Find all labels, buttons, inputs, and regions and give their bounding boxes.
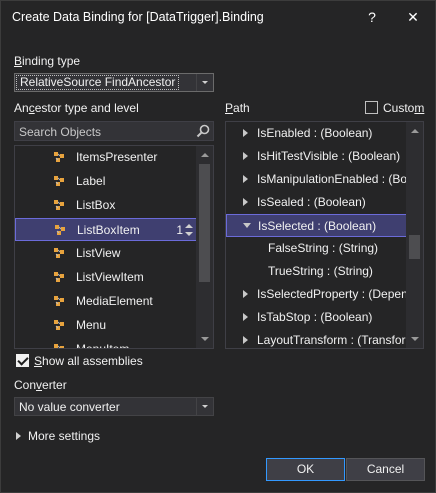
ancestor-level-value[interactable]: 1 <box>176 223 183 237</box>
expand-arrow-icon[interactable] <box>243 198 248 206</box>
list-item-label: Label <box>76 173 106 188</box>
list-item-label: ItemsPresenter <box>76 149 158 164</box>
element-icon <box>54 271 64 282</box>
path-item[interactable]: FalseString : (String) <box>226 237 408 260</box>
path-item-label: FalseString : (String) <box>268 241 379 255</box>
scroll-up-icon[interactable] <box>196 146 213 163</box>
binding-type-value: RelativeSource FindAncestor <box>16 75 180 90</box>
element-icon <box>54 199 64 210</box>
path-item-label: IsEnabled : (Boolean) <box>257 126 373 140</box>
path-item-label: IsHitTestVisible : (Boolean) <box>257 149 401 163</box>
list-item[interactable]: ListView <box>15 242 198 265</box>
expand-arrow-icon[interactable] <box>243 290 248 298</box>
search-placeholder: Search Objects <box>19 125 102 139</box>
show-all-assemblies-checkbox[interactable] <box>16 354 29 367</box>
list-item-label: ListBoxItem <box>77 222 140 237</box>
help-button[interactable]: ? <box>359 6 385 28</box>
path-item-label: IsTabStop : (Boolean) <box>257 310 373 324</box>
path-item[interactable]: IsSelectedProperty : (Depend <box>226 283 414 306</box>
list-item[interactable]: ListBoxItem 1 <box>15 217 198 241</box>
more-settings-label: More settings <box>28 429 101 443</box>
path-item[interactable]: TrueString : (String) <box>226 260 408 283</box>
element-icon <box>54 343 64 348</box>
path-list[interactable]: IsEnabled : (Boolean) IsHitTestVisible : … <box>225 121 424 349</box>
list-item[interactable]: Label <box>15 170 198 193</box>
custom-checkbox[interactable] <box>365 101 378 114</box>
ancestor-list[interactable]: ItemsPresenter Label ListBox ListBoxItem 1 Li… <box>14 145 214 349</box>
element-icon <box>54 175 64 186</box>
binding-type-dropdown[interactable]: RelativeSource FindAncestor <box>14 73 214 92</box>
ancestor-list-scrollbar[interactable] <box>196 146 213 348</box>
custom-label: Custom <box>383 101 425 115</box>
path-item[interactable]: IsSealed : (Boolean) <box>226 191 408 214</box>
list-item-label: ListBox <box>76 197 116 212</box>
level-spinner-icon[interactable] <box>185 222 193 238</box>
path-item[interactable]: IsEnabled : (Boolean) <box>226 122 408 145</box>
path-item-label: IsSelected : (Boolean) <box>258 219 377 233</box>
list-item-label: MediaElement <box>76 293 153 308</box>
element-icon <box>54 151 64 162</box>
element-icon <box>54 247 64 258</box>
path-item[interactable]: IsTabStop : (Boolean) <box>226 306 408 329</box>
converter-value: No value converter <box>19 400 120 414</box>
element-icon <box>55 224 65 235</box>
collapse-arrow-icon[interactable] <box>243 223 251 228</box>
create-data-binding-dialog: Create Data Binding for [DataTrigger].Bi… <box>0 0 436 493</box>
show-all-assemblies-label: Show all assemblies <box>34 354 143 368</box>
search-icon <box>196 124 210 138</box>
search-objects-input[interactable]: Search Objects <box>14 121 214 141</box>
list-item[interactable]: ListViewItem <box>15 266 198 289</box>
path-item-label: LayoutTransform : (Transform <box>257 333 416 347</box>
expand-arrow-icon[interactable] <box>243 129 248 137</box>
path-item[interactable]: IsSelected : (Boolean) <box>226 214 408 237</box>
expand-arrow-icon[interactable] <box>243 152 248 160</box>
scroll-down-icon[interactable] <box>406 331 423 348</box>
chevron-down-icon <box>196 398 213 415</box>
list-item[interactable]: Menu <box>15 314 198 337</box>
close-button[interactable]: ✕ <box>400 6 426 28</box>
element-icon <box>54 319 64 330</box>
element-icon <box>54 295 64 306</box>
scroll-up-icon[interactable] <box>406 122 423 139</box>
ancestor-type-label: Ancestor type and level <box>14 101 139 115</box>
list-item[interactable]: MediaElement <box>15 290 198 313</box>
expand-arrow-icon[interactable] <box>243 175 248 183</box>
path-item[interactable]: IsHitTestVisible : (Boolean) <box>226 145 408 168</box>
ok-button[interactable]: OK <box>266 458 345 481</box>
converter-label: Converter <box>14 378 67 392</box>
path-item[interactable]: IsManipulationEnabled : (Boo <box>226 168 414 191</box>
title-bar: Create Data Binding for [DataTrigger].Bi… <box>1 1 435 33</box>
expand-arrow-icon[interactable] <box>243 313 248 321</box>
expand-arrow-icon <box>16 432 21 440</box>
path-item-label: IsManipulationEnabled : (Boo <box>257 172 414 186</box>
window-title: Create Data Binding for [DataTrigger].Bi… <box>12 10 264 24</box>
path-item[interactable]: LayoutTransform : (Transform <box>226 329 415 348</box>
list-item[interactable]: ListBox <box>15 194 198 217</box>
list-item-label: ListView <box>76 245 121 260</box>
chevron-down-icon <box>196 74 213 91</box>
path-item-label: TrueString : (String) <box>268 264 373 278</box>
list-item-label: ListViewItem <box>76 269 144 284</box>
binding-type-label: Binding type <box>14 54 81 68</box>
path-label: Path <box>225 101 250 115</box>
expand-arrow-icon[interactable] <box>243 336 248 344</box>
path-list-scrollbar[interactable] <box>406 122 423 348</box>
scroll-thumb[interactable] <box>199 164 210 282</box>
list-item[interactable]: ItemsPresenter <box>15 146 198 169</box>
list-item[interactable]: MenuItem <box>15 338 198 349</box>
converter-dropdown[interactable]: No value converter <box>14 397 214 416</box>
list-item-label: MenuItem <box>76 341 130 349</box>
scroll-down-icon[interactable] <box>196 331 213 348</box>
path-item-label: IsSelectedProperty : (Depend <box>257 287 415 301</box>
cancel-button[interactable]: Cancel <box>346 458 425 481</box>
list-item-label: Menu <box>76 317 107 332</box>
scroll-thumb[interactable] <box>409 235 420 259</box>
path-item-label: IsSealed : (Boolean) <box>257 195 366 209</box>
